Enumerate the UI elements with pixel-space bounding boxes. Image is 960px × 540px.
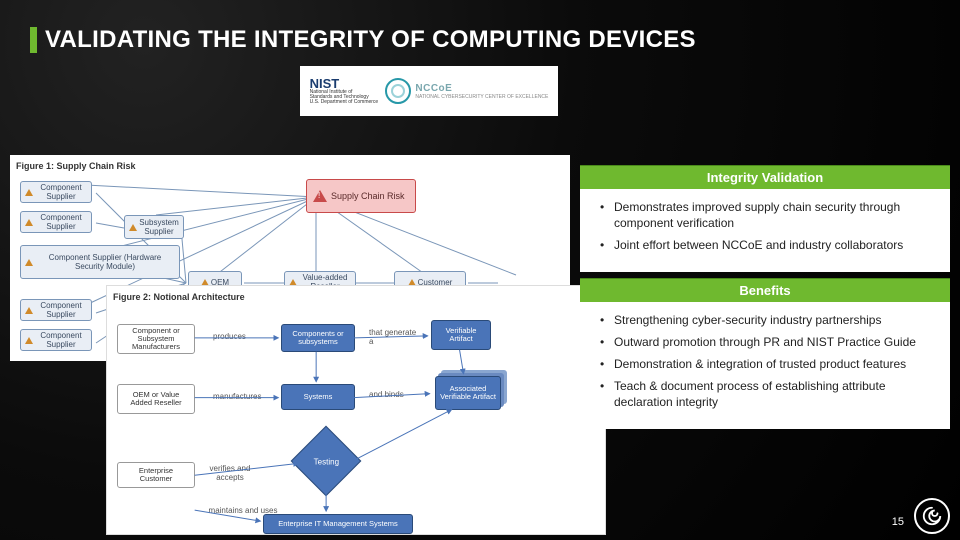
panels-area: Integrity Validation Demonstrates improv…	[580, 165, 950, 435]
panel-list: Strengthening cyber-security industry pa…	[580, 302, 950, 429]
panel-benefits: Benefits Strengthening cyber-security in…	[580, 278, 950, 429]
list-item: Teach & document process of establishing…	[600, 378, 934, 410]
content-area: Figure 1: Supply Chain Risk Supply Chain…	[10, 155, 950, 530]
warning-icon	[313, 190, 327, 202]
title-accent-bar	[30, 27, 37, 53]
warning-mini-icon	[129, 224, 137, 231]
panel-heading: Benefits	[580, 278, 950, 302]
warning-mini-icon	[25, 259, 33, 266]
slide-title: VALIDATING THE INTEGRITY OF COMPUTING DE…	[45, 26, 696, 54]
warning-mini-icon	[25, 337, 33, 344]
brand-logo	[914, 498, 950, 534]
figure-1-caption: Figure 1: Supply Chain Risk	[16, 161, 564, 171]
page-number: 15	[892, 516, 904, 528]
warning-mini-icon	[25, 219, 33, 226]
node-component-supplier-4: Component Supplier	[20, 329, 92, 351]
node-subsystem-supplier: Subsystem Supplier	[124, 215, 184, 239]
list-item: Strengthening cyber-security industry pa…	[600, 312, 934, 328]
panel-list: Demonstrates improved supply chain secur…	[580, 189, 950, 272]
nccoe-subtitle: NATIONAL CYBERSECURITY CENTER OF EXCELLE…	[415, 94, 548, 100]
panel-integrity-validation: Integrity Validation Demonstrates improv…	[580, 165, 950, 272]
node-component-supplier-3: Component Supplier	[20, 299, 92, 321]
slide-title-row: VALIDATING THE INTEGRITY OF COMPUTING DE…	[0, 0, 960, 62]
panel-heading: Integrity Validation	[580, 165, 950, 189]
figure-2: Figure 2: Notional Architecture Componen…	[106, 285, 606, 535]
nccoe-ring-icon	[385, 78, 411, 104]
nist-logo: NIST National Institute of Standards and…	[310, 77, 379, 105]
list-item: Demonstration & integration of trusted p…	[600, 356, 934, 372]
risk-label: Supply Chain Risk	[331, 191, 405, 201]
list-item: Outward promotion through PR and NIST Pr…	[600, 334, 934, 350]
figure-2-body: Component or Subsystem Manufacturers OEM…	[113, 306, 599, 540]
spiral-icon	[921, 505, 943, 527]
nccoe-wordmark: NCCoE	[415, 83, 548, 94]
node-hsm: Component Supplier (Hardware Security Mo…	[20, 245, 180, 279]
figures-area: Figure 1: Supply Chain Risk Supply Chain…	[10, 155, 570, 361]
nist-subtitle-3: U.S. Department of Commerce	[310, 100, 379, 105]
warning-mini-icon	[25, 307, 33, 314]
node-component-supplier-2: Component Supplier	[20, 211, 92, 233]
figure-2-connectors	[113, 306, 599, 535]
supply-chain-risk-box: Supply Chain Risk	[306, 179, 416, 213]
list-item: Demonstrates improved supply chain secur…	[600, 199, 934, 231]
node-component-supplier-1: Component Supplier	[20, 181, 92, 203]
figure-2-caption: Figure 2: Notional Architecture	[113, 292, 599, 302]
logo-strip: NIST National Institute of Standards and…	[300, 66, 558, 116]
list-item: Joint effort between NCCoE and industry …	[600, 237, 934, 253]
warning-mini-icon	[25, 189, 33, 196]
nccoe-logo: NCCoE NATIONAL CYBERSECURITY CENTER OF E…	[385, 78, 548, 104]
